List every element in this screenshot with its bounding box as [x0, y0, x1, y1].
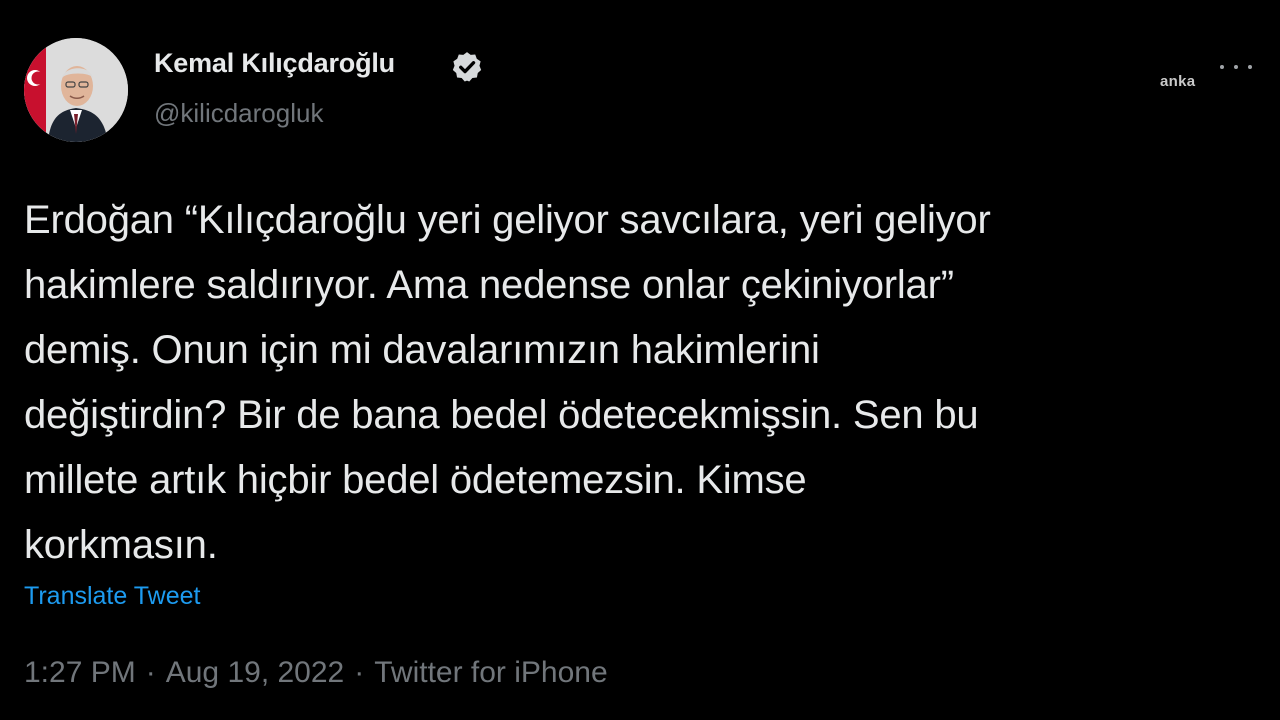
more-options-icon[interactable]: [1216, 58, 1256, 78]
tweet-text-line: korkmasın.: [24, 523, 218, 567]
avatar[interactable]: [24, 38, 128, 142]
meta-separator: ·: [354, 656, 365, 689]
tweet-text-line: Erdoğan “Kılıçdaroğlu yeri geliyor savcı…: [24, 198, 991, 242]
tweet-text-line: hakimlere saldırıyor. Ama nedense onlar …: [24, 263, 954, 307]
meta-separator: ·: [145, 656, 156, 689]
tweet-meta: 1:27 PM · Aug 19, 2022 · Twitter for iPhone: [24, 656, 608, 690]
tweet-source[interactable]: Twitter for iPhone: [374, 656, 607, 689]
tweet-text-line: değiştirdin? Bir de bana bedel ödetecekm…: [24, 393, 979, 437]
author-name[interactable]: Kemal Kılıçdaroğlu: [154, 48, 395, 79]
tweet-text: Erdoğan “Kılıçdaroğlu yeri geliyor savcı…: [24, 188, 1256, 578]
author-handle[interactable]: @kilicdarogluk: [154, 98, 323, 129]
translate-tweet-link[interactable]: Translate Tweet: [24, 582, 200, 611]
tweet-time[interactable]: 1:27 PM: [24, 656, 136, 689]
tweet: Kemal Kılıçdaroğlu @kilicdarogluk anka E…: [0, 0, 1280, 720]
tweet-text-line: demiş. Onun için mi davalarımızın hakiml…: [24, 328, 820, 372]
profile-photo: [24, 38, 128, 142]
tweet-text-line: millete artık hiçbir bedel ödetemezsin. …: [24, 458, 807, 502]
verified-badge-icon: [452, 52, 482, 82]
tweet-date[interactable]: Aug 19, 2022: [166, 656, 345, 689]
watermark-logo: anka: [1160, 73, 1196, 90]
